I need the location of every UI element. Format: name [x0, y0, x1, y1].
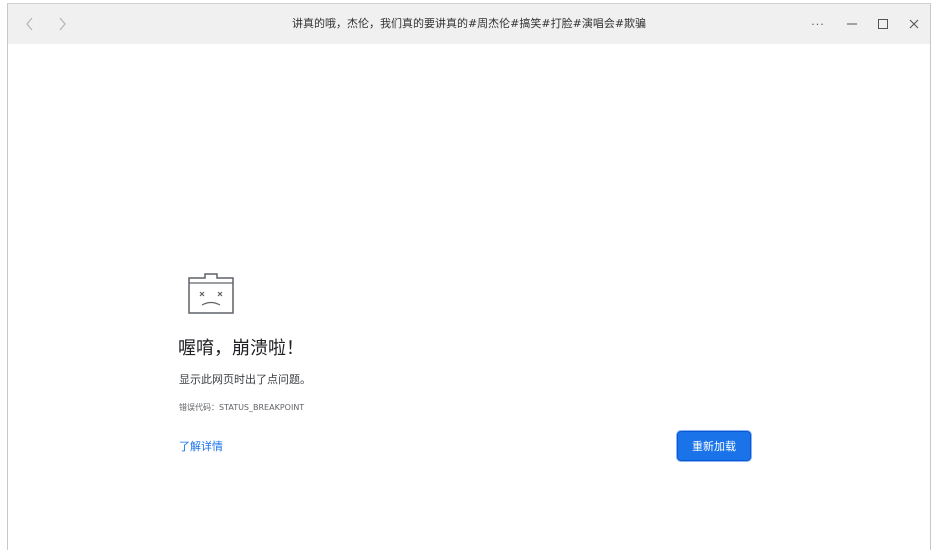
reload-button[interactable]: 重新加载 [677, 431, 751, 461]
crash-heading: 喔唷，崩溃啦！ [178, 338, 304, 359]
chevron-left-icon [26, 17, 33, 31]
forward-button[interactable] [52, 14, 72, 34]
minimize-icon [847, 23, 857, 25]
maximize-icon [878, 19, 888, 29]
window-title: 讲真的哦，杰伦，我们真的要讲真的#周杰伦#搞笑#打脸#演唱会#欺骗 [291, 17, 647, 30]
error-page: 喔唷，崩溃啦！ 显示此网页时出了点问题。 错误代码：STATUS_BREAKPO… [8, 44, 930, 551]
learn-more-link[interactable]: 了解详情 [179, 438, 223, 454]
error-code: 错误代码：STATUS_BREAKPOINT [179, 403, 305, 412]
chevron-right-icon [59, 17, 66, 31]
back-button[interactable] [20, 14, 40, 34]
title-bar: 讲真的哦，杰伦，我们真的要讲真的#周杰伦#搞笑#打脸#演唱会#欺骗 ··· [8, 4, 930, 44]
close-icon [909, 19, 919, 29]
more-icon: ··· [811, 17, 825, 31]
maximize-button[interactable] [872, 14, 894, 34]
more-menu-button[interactable]: ··· [807, 14, 829, 34]
crash-description: 显示此网页时出了点问题。 [179, 373, 311, 386]
minimize-button[interactable] [841, 14, 863, 34]
sad-tab-icon [188, 273, 234, 314]
browser-window: 讲真的哦，杰伦，我们真的要讲真的#周杰伦#搞笑#打脸#演唱会#欺骗 ··· 喔唷… [7, 3, 931, 550]
close-button[interactable] [903, 14, 925, 34]
